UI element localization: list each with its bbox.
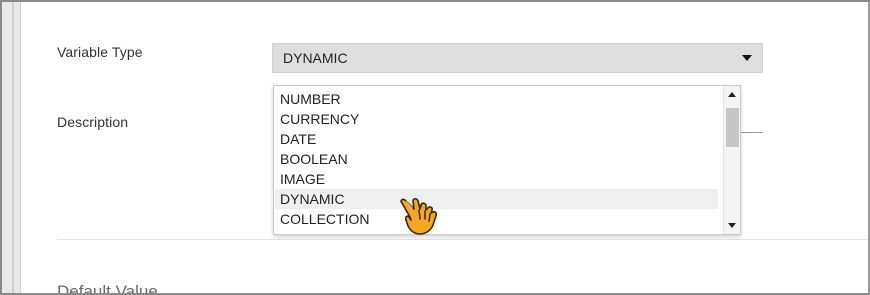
dropdown-scrollbar[interactable] <box>723 86 740 234</box>
page-frame: Variable Type DYNAMIC Description Defaul… <box>0 0 870 295</box>
section-divider <box>57 239 868 240</box>
option-date[interactable]: DATE <box>275 129 718 149</box>
variable-type-label: Variable Type <box>57 44 143 60</box>
scrollbar-thumb[interactable] <box>726 108 739 147</box>
scroll-down-arrow-icon[interactable] <box>728 223 736 228</box>
variable-type-dropdown-list[interactable]: NUMBER CURRENCY DATE BOOLEAN IMAGE DYNAM… <box>273 85 741 235</box>
option-boolean[interactable]: BOOLEAN <box>275 149 718 169</box>
option-image[interactable]: IMAGE <box>275 169 718 189</box>
default-value-title: Default Value <box>57 282 158 295</box>
option-number[interactable]: NUMBER <box>275 89 718 109</box>
option-collection[interactable]: COLLECTION <box>275 209 718 229</box>
variable-type-selected-value: DYNAMIC <box>283 50 348 66</box>
scroll-up-arrow-icon[interactable] <box>728 92 736 97</box>
option-currency[interactable]: CURRENCY <box>275 109 718 129</box>
option-dynamic[interactable]: DYNAMIC <box>275 189 718 209</box>
description-label: Description <box>57 114 129 130</box>
hand-pointer-icon <box>400 197 438 235</box>
variable-type-select[interactable]: DYNAMIC <box>272 43 763 73</box>
description-field-underline[interactable] <box>740 132 763 133</box>
caret-down-icon <box>742 55 752 61</box>
left-panel-edge <box>2 2 21 293</box>
